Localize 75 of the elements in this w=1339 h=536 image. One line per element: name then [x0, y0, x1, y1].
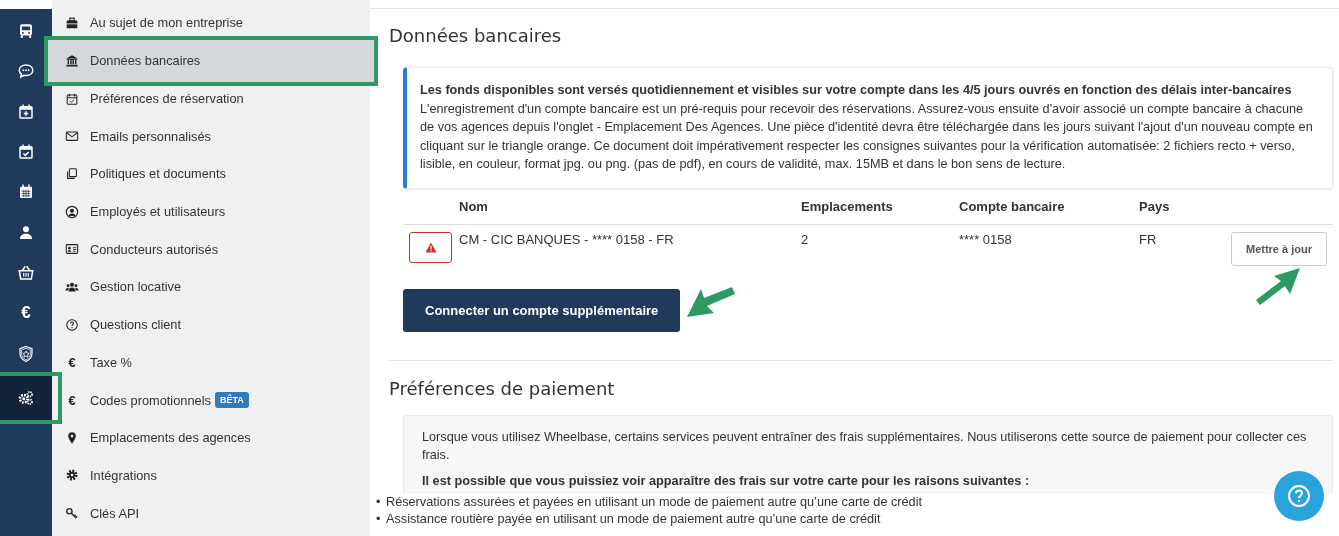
bank-icon: [65, 53, 79, 68]
sidebar-label: Emails personnalisés: [90, 128, 211, 144]
settings-icon: [17, 388, 35, 407]
section-title: Préférences de paiement: [389, 377, 616, 399]
sidebar-item[interactable]: Préférences de réservation: [52, 79, 370, 118]
briefcase-icon: [65, 15, 79, 30]
help-button[interactable]: [1274, 471, 1324, 521]
sidebar-label: Clés API: [90, 505, 140, 521]
warning-button[interactable]: [409, 231, 452, 263]
sidebar-item[interactable]: Au sujet de mon entreprise: [52, 4, 370, 42]
envelope-icon: [65, 129, 79, 144]
sidebar-label: Emplacements des agences: [90, 430, 251, 446]
rail-item[interactable]: [0, 375, 52, 420]
sidebar-item[interactable]: Conducteurs autorisés: [52, 230, 370, 269]
beta-badge: BÊTA: [214, 392, 249, 409]
update-button[interactable]: Mettre à jour: [1231, 231, 1327, 266]
sidebar-item[interactable]: Employés et utilisateurs: [52, 192, 370, 231]
sidebar-item[interactable]: Politiques et documents: [52, 155, 370, 193]
sidebar-label: Codes promotionnels: [90, 392, 211, 408]
id-card-icon: [65, 242, 79, 257]
connect-account-button[interactable]: Connecter un compte supplémentaire: [403, 288, 681, 332]
sidebar-item[interactable]: € Codes promotionnels BÊTA: [52, 381, 370, 419]
table-cell: **** 0158: [959, 224, 1139, 266]
bullet-marker: •: [376, 493, 382, 511]
payment-heading: Il est possible que vous puissiez voir apparaître des frais sur votre carte pour les raisons suivantes :: [422, 472, 1031, 490]
calendar-check-icon: [17, 143, 35, 162]
documents-icon: [65, 166, 79, 181]
payment-text: Lorsque vous utilisez Wheelbase, certains services peuvent entraîner des frais supplémentaires. Nous utiliserons cette source de paiement pour collecter ces frais.: [422, 428, 1308, 464]
sidebar-item[interactable]: Questions client: [52, 305, 370, 344]
calendar-check-icon: [65, 91, 79, 106]
gear-icon: [65, 468, 79, 483]
table-cell: FR: [1139, 224, 1184, 266]
sidebar-label: Gestion locative: [90, 279, 182, 295]
rail-item[interactable]: €: [0, 293, 52, 334]
user-circle-icon: [65, 204, 79, 219]
column-header: Emplacements: [801, 194, 959, 224]
sidebar-item[interactable]: Emails personnalisés: [52, 117, 370, 156]
question-icon: [65, 317, 79, 332]
column-header: Nom: [459, 194, 801, 224]
user-icon: [17, 223, 35, 242]
shield-star-icon: [17, 344, 35, 363]
basket-icon: [17, 263, 35, 282]
chat-icon: [17, 62, 35, 81]
sidebar-item[interactable]: € Taxe %: [52, 343, 370, 382]
sidebar-label: Questions client: [90, 317, 182, 333]
calendar-plus-icon: [17, 102, 35, 121]
sidebar-label: Données bancaires: [90, 53, 201, 69]
sidebar-label: Au sujet de mon entreprise: [90, 15, 243, 31]
bullet-marker: •: [376, 510, 382, 528]
sidebar-label: Taxe %: [90, 354, 132, 370]
column-header: Compte bancaire: [959, 194, 1139, 224]
bus-icon: [17, 22, 35, 41]
bullet-item: Assistance routière payée en utilisant un mode de paiement autre qu’une carte de crédit: [386, 510, 881, 528]
sidebar-label: Conducteurs autorisés: [90, 241, 219, 257]
notice-heading: Les fonds disponibles sont versés quotidiennement et visibles sur votre compte dans les 4/5 jours ouvrés en fonction des délais inter-bancaires: [420, 82, 1293, 99]
notice-text: L'enregistrement d'un compte bancaire est un pré-requis pour recevoir des réservations. Assurez-vous ensuite d'avoir associé un compte bancaire à chacune de vos agences depuis l'onglet - Emplacement Des Agences. Une pièce d'identité devra être téléchargée dans les jours suivant l'ajout d'un nouveau compte en cliquant sur le triangle orange. Ce document doit impérativement respecter les consignes suivantes pour la vérification automatisée: 2 fichiers recto + verso, lisible, en couleur, format jpg. ou png. (pas de pdf), en cours de validité, max. 15MB et dans le bon sens de lecture.: [420, 100, 1314, 173]
table-cell: 2: [801, 224, 959, 266]
map-marker-icon: [65, 430, 79, 445]
table-cell: CM - CIC BANQUES - **** 0158 - FR: [459, 224, 801, 266]
sidebar-label: Intégrations: [90, 467, 157, 483]
euro-glyph: €: [67, 354, 77, 370]
question-icon: [1287, 484, 1311, 508]
sidebar-item[interactable]: Gestion locative: [52, 268, 370, 306]
column-header: Pays: [1139, 194, 1184, 224]
sidebar-label: Employés et utilisateurs: [90, 204, 226, 220]
sidebar-label: Préférences de réservation: [90, 91, 244, 107]
sidebar-item[interactable]: Intégrations: [52, 456, 370, 495]
warning-icon: [424, 241, 437, 253]
section-title: Données bancaires: [389, 25, 563, 46]
key-icon: [65, 506, 79, 521]
sidebar-item[interactable]: Clés API: [52, 494, 370, 532]
sidebar-label: Politiques et documents: [90, 166, 226, 182]
sidebar-item[interactable]: Emplacements des agences: [52, 418, 370, 457]
euro-glyph: €: [67, 392, 77, 408]
bullet-item: Réservations assurées et payées en utilisant un mode de paiement autre qu’une carte de crédit: [386, 493, 923, 511]
